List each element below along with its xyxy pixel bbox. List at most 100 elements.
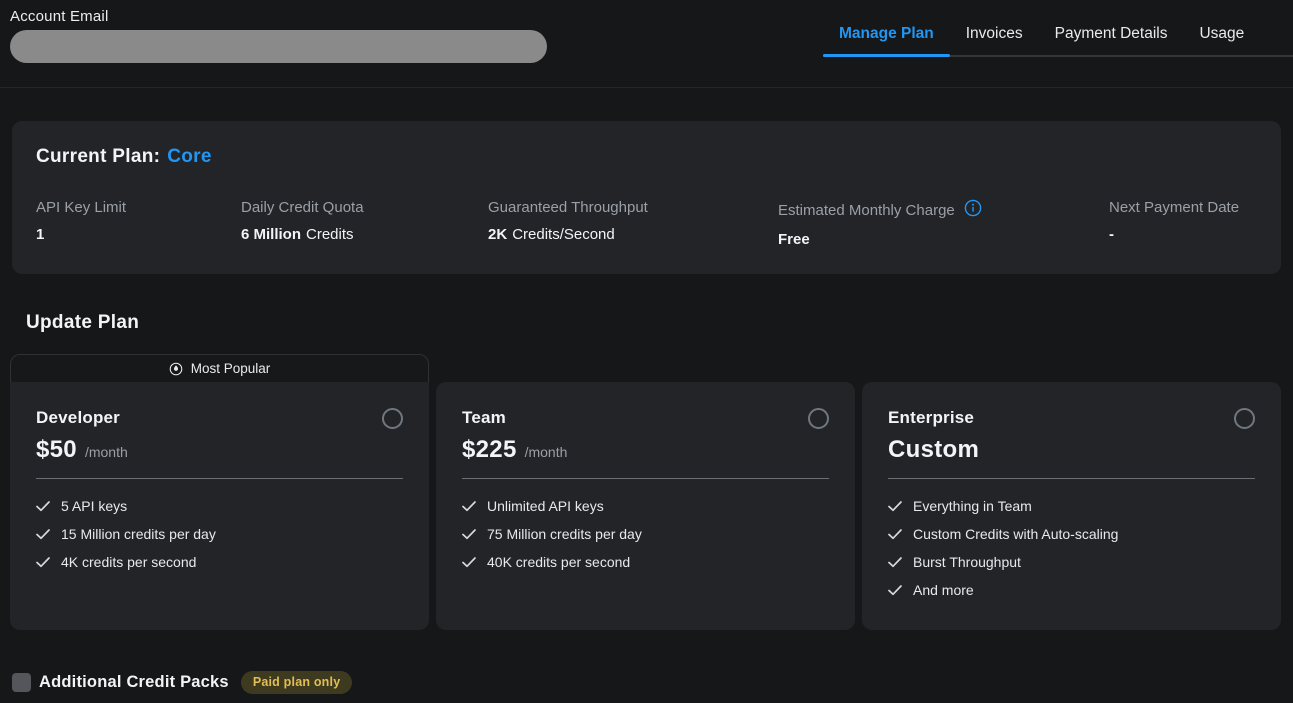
stat-label-row: Estimated Monthly Charge: [778, 199, 1109, 221]
tab-bar: Manage Plan Invoices Payment Details Usa…: [823, 14, 1293, 57]
feature-item: 4K credits per second: [36, 554, 403, 570]
stat-estimated-monthly-charge: Estimated Monthly Charge Free: [778, 199, 1109, 248]
feature-item: 40K credits per second: [462, 554, 829, 570]
flame-icon: [169, 362, 183, 376]
feature-item: 5 API keys: [36, 498, 403, 514]
stat-label: Estimated Monthly Charge: [778, 202, 955, 219]
plan-price: $225: [462, 436, 517, 464]
stat-value-main: 2K: [488, 226, 507, 243]
plan-features: Everything in Team Custom Credits with A…: [888, 498, 1255, 598]
feature-label: 15 Million credits per day: [61, 526, 216, 542]
plan-card-body-developer[interactable]: Developer $50 /month 5 API keys 15 Milli…: [10, 382, 429, 630]
divider: [888, 478, 1255, 479]
stat-api-key-limit: API Key Limit 1: [36, 199, 241, 248]
stat-value-suffix: Credits/Second: [512, 226, 615, 243]
feature-label: 75 Million credits per day: [487, 526, 642, 542]
tab-payment-details[interactable]: Payment Details: [1039, 14, 1184, 55]
account-email-label: Account Email: [10, 8, 547, 25]
stat-label: Daily Credit Quota: [241, 199, 488, 216]
plan-radio-enterprise[interactable]: [1234, 408, 1255, 429]
current-plan-title-prefix: Current Plan:: [36, 146, 160, 167]
additional-credit-packs-row: Additional Credit Packs Paid plan only: [12, 671, 1293, 694]
additional-credit-packs-checkbox[interactable]: [12, 673, 31, 692]
check-icon: [888, 501, 902, 512]
check-icon: [462, 501, 476, 512]
divider: [36, 478, 403, 479]
check-icon: [462, 529, 476, 540]
stat-label: Next Payment Date: [1109, 199, 1257, 216]
current-plan-stats: API Key Limit 1 Daily Credit Quota 6 Mil…: [36, 199, 1257, 248]
feature-item: 75 Million credits per day: [462, 526, 829, 542]
tab-usage[interactable]: Usage: [1183, 14, 1273, 55]
info-icon[interactable]: [964, 199, 982, 221]
feature-item: Everything in Team: [888, 498, 1255, 514]
stat-value: -: [1109, 226, 1257, 243]
feature-label: 40K credits per second: [487, 554, 630, 570]
feature-item: 15 Million credits per day: [36, 526, 403, 542]
feature-item: Unlimited API keys: [462, 498, 829, 514]
plan-period: /month: [525, 444, 568, 460]
feature-label: Everything in Team: [913, 498, 1032, 514]
check-icon: [36, 557, 50, 568]
plan-radio-developer[interactable]: [382, 408, 403, 429]
account-email-input[interactable]: [10, 30, 547, 63]
feature-label: 4K credits per second: [61, 554, 196, 570]
account-email-group: Account Email: [10, 8, 547, 63]
feature-item: Burst Throughput: [888, 554, 1255, 570]
feature-item: And more: [888, 582, 1255, 598]
plan-card-body-team[interactable]: Team $225 /month Unlimited API keys 75 M…: [436, 382, 855, 630]
check-icon: [888, 529, 902, 540]
check-icon: [888, 557, 902, 568]
additional-credit-packs-label: Additional Credit Packs: [39, 673, 229, 692]
check-icon: [36, 501, 50, 512]
plan-card-developer: Most Popular Developer $50 /month 5 API …: [10, 354, 429, 630]
feature-label: Custom Credits with Auto-scaling: [913, 526, 1118, 542]
current-plan-card: Current Plan: Core API Key Limit 1 Daily …: [12, 121, 1281, 274]
plan-name: Developer: [36, 408, 403, 428]
stat-value: Free: [778, 231, 1109, 248]
plan-cards-row: Most Popular Developer $50 /month 5 API …: [10, 354, 1281, 630]
stat-value-main: Free: [778, 231, 810, 248]
feature-label: 5 API keys: [61, 498, 127, 514]
stat-value-main: 6 Million: [241, 226, 301, 243]
plan-card-team: Team $225 /month Unlimited API keys 75 M…: [436, 382, 855, 630]
plan-card-enterprise: Enterprise Custom Everything in Team Cus…: [862, 382, 1281, 630]
plan-name: Enterprise: [888, 408, 1255, 428]
plan-features: 5 API keys 15 Million credits per day 4K…: [36, 498, 403, 570]
plan-price-row: Custom: [888, 436, 1255, 464]
feature-label: Unlimited API keys: [487, 498, 604, 514]
stat-guaranteed-throughput: Guaranteed Throughput 2K Credits/Second: [488, 199, 778, 248]
feature-item: Custom Credits with Auto-scaling: [888, 526, 1255, 542]
stat-value: 2K Credits/Second: [488, 226, 778, 243]
plan-radio-team[interactable]: [808, 408, 829, 429]
plan-price: $50: [36, 436, 77, 464]
plan-period: /month: [85, 444, 128, 460]
feature-label: And more: [913, 582, 974, 598]
stat-next-payment-date: Next Payment Date -: [1109, 199, 1257, 248]
stat-daily-credit-quota: Daily Credit Quota 6 Million Credits: [241, 199, 488, 248]
plan-price-row: $50 /month: [36, 436, 403, 464]
plan-features: Unlimited API keys 75 Million credits pe…: [462, 498, 829, 570]
stat-value-main: -: [1109, 226, 1114, 243]
stat-value-main: 1: [36, 226, 44, 243]
tab-manage-plan[interactable]: Manage Plan: [823, 14, 950, 55]
paid-plan-only-badge: Paid plan only: [241, 671, 353, 694]
check-icon: [36, 529, 50, 540]
most-popular-label: Most Popular: [191, 361, 271, 376]
current-plan-name: Core: [167, 146, 212, 167]
current-plan-title: Current Plan: Core: [36, 146, 1257, 168]
plan-name: Team: [462, 408, 829, 428]
plan-price-row: $225 /month: [462, 436, 829, 464]
stat-label: API Key Limit: [36, 199, 241, 216]
divider: [462, 478, 829, 479]
plan-card-body-enterprise[interactable]: Enterprise Custom Everything in Team Cus…: [862, 382, 1281, 630]
check-icon: [888, 585, 902, 596]
stat-value-suffix: Credits: [306, 226, 354, 243]
feature-label: Burst Throughput: [913, 554, 1021, 570]
stat-label: Guaranteed Throughput: [488, 199, 778, 216]
most-popular-banner: Most Popular: [10, 354, 429, 382]
update-plan-heading: Update Plan: [26, 312, 1293, 334]
tab-invoices[interactable]: Invoices: [950, 14, 1039, 55]
stat-value: 1: [36, 226, 241, 243]
stat-value: 6 Million Credits: [241, 226, 488, 243]
